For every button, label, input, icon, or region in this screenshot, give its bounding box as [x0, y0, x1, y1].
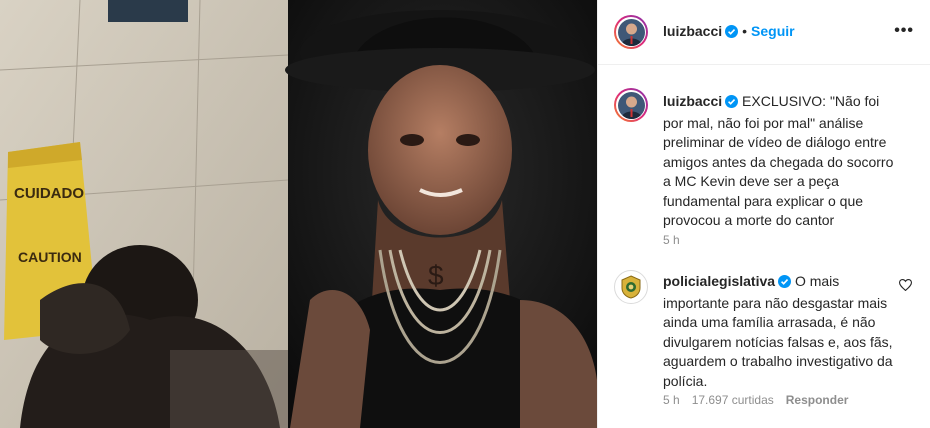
verified-badge-icon [725, 25, 739, 41]
sign-text-caution: CAUTION [18, 249, 82, 265]
post-header: luizbacci • Seguir ••• [598, 0, 930, 65]
caption-timestamp[interactable]: 5 h [663, 233, 680, 247]
svg-text:$: $ [428, 260, 444, 291]
portrait-photo: $ [285, 0, 597, 428]
comment-timestamp[interactable]: 5 h [663, 393, 680, 407]
separator-dot: • [742, 23, 748, 39]
verified-badge-icon [725, 94, 739, 114]
post-media[interactable]: CUIDADO CAUTION $ [0, 0, 597, 428]
caption-avatar[interactable] [614, 88, 648, 122]
post-caption: luizbacci EXCLUSIVO: "Não foi por mal, n… [614, 88, 916, 248]
author-avatar[interactable] [614, 15, 648, 49]
post-image-collage: CUIDADO CAUTION $ [0, 0, 597, 428]
post-details-panel: luizbacci • Seguir ••• luizbacci EXCLUSIVO… [597, 0, 930, 428]
like-comment-heart-icon[interactable] [898, 278, 913, 296]
cctv-photo: CUIDADO CAUTION [0, 0, 289, 428]
comment-like-count[interactable]: 17.697 curtidas [692, 393, 774, 407]
police-badge-icon [621, 275, 641, 299]
commenter-avatar[interactable] [614, 270, 648, 304]
follow-button[interactable]: Seguir [751, 23, 795, 39]
comment-item: policialegislativa O mais importante par… [614, 270, 916, 389]
author-username[interactable]: luizbacci [663, 23, 722, 39]
verified-badge-icon [778, 274, 792, 294]
commenter-username[interactable]: policialegislativa [663, 273, 775, 289]
caption-text: EXCLUSIVO: "Não foi por mal, não foi por… [663, 93, 894, 228]
comment-meta: 5 h 17.697 curtidas Responder [663, 393, 860, 407]
more-options-icon[interactable]: ••• [894, 22, 914, 40]
sign-text-cuidado: CUIDADO [14, 185, 84, 202]
reply-button[interactable]: Responder [786, 393, 849, 407]
caption-username[interactable]: luizbacci [663, 93, 722, 109]
